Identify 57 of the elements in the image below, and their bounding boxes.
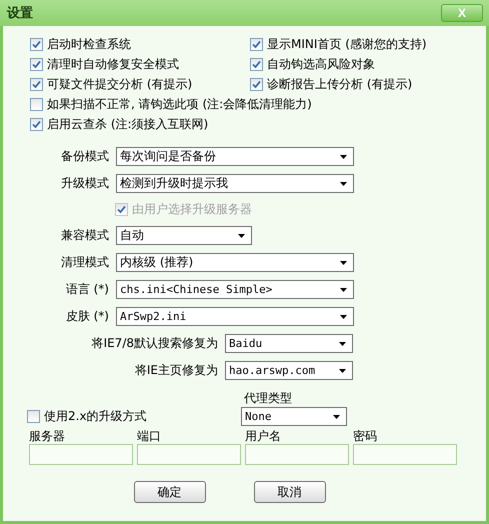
dropdown[interactable]: None [241,407,347,426]
field-label: 清理模式 [60,254,109,271]
checkbox-label: 显示MINI首页 (感谢您的支持) [267,36,427,52]
checkbox-label: 自动钩选高风险对象 [267,56,375,72]
field-label: 用户名 [245,428,282,444]
field-label: 将IE主页修复为 [134,362,218,379]
field-label: 密码 [353,428,378,444]
dropdown[interactable]: 检测到升级时提示我 [116,174,354,193]
checkbox-label: 清理时自动修复安全模式 [47,56,179,72]
dropdown[interactable]: 内核级 (推荐) [116,253,354,272]
dialog-button[interactable]: 确定 [134,481,206,503]
field-label: 服务器 [29,428,66,444]
field-label: 端口 [137,428,162,444]
input-field[interactable] [29,444,133,465]
caret-icon [340,182,347,186]
input-field[interactable] [137,444,241,465]
dialog-button[interactable]: 取消 [254,481,326,503]
checkbox-label: 可疑文件提交分析 (有提示) [47,76,192,92]
checkbox[interactable] [250,38,263,50]
checkbox[interactable] [30,98,43,110]
field-label: 将IE7/8默认搜索修复为 [90,335,218,352]
caret-icon [340,314,347,318]
checkbox[interactable] [30,118,43,130]
checkbox-label: 使用2.x的升级方式 [44,408,147,425]
checkbox-label: 启动时检查系统 [47,36,131,52]
caret-icon [340,260,347,264]
caret-icon [340,154,347,158]
field-label: 代理类型 [244,391,292,405]
field-label: 升级模式 [60,175,109,192]
checkbox[interactable] [250,78,263,90]
window-title: 设置 [7,5,33,22]
caret-icon [238,234,245,238]
dropdown[interactable]: chs.ini<Chinese Simple> [116,280,354,299]
checkbox[interactable] [30,58,43,70]
checkbox[interactable] [30,38,43,50]
dropdown[interactable]: hao.arswp.com [225,361,353,380]
field-label: 备份模式 [60,148,109,165]
caret-icon [339,342,346,346]
checkbox-label: 诊断报告上传分析 (有提示) [267,76,412,92]
checkbox[interactable] [30,78,43,90]
caret-icon [340,288,347,292]
caret-icon [333,414,340,418]
dropdown[interactable]: ArSwp2.ini [116,307,354,326]
dropdown[interactable]: 每次询问是否备份 [116,147,354,166]
checkbox-label: 如果扫描不正常, 请钩选此项 (注:会降低清理能力) [47,96,312,112]
checkbox[interactable] [27,410,40,423]
input-field[interactable] [353,444,457,465]
caret-icon [339,368,346,372]
checkbox-label: 由用户选择升级服务器 [132,201,252,218]
field-label: 皮肤 (*) [64,308,109,325]
dropdown[interactable]: Baidu [225,334,353,353]
checkbox[interactable] [250,58,263,70]
input-field[interactable] [245,444,349,465]
dropdown[interactable]: 自动 [116,226,252,245]
field-label: 语言 (*) [64,281,109,298]
checkbox-label: 启用云查杀 (注:须接入互联网) [47,116,208,132]
field-label: 兼容模式 [60,227,109,244]
